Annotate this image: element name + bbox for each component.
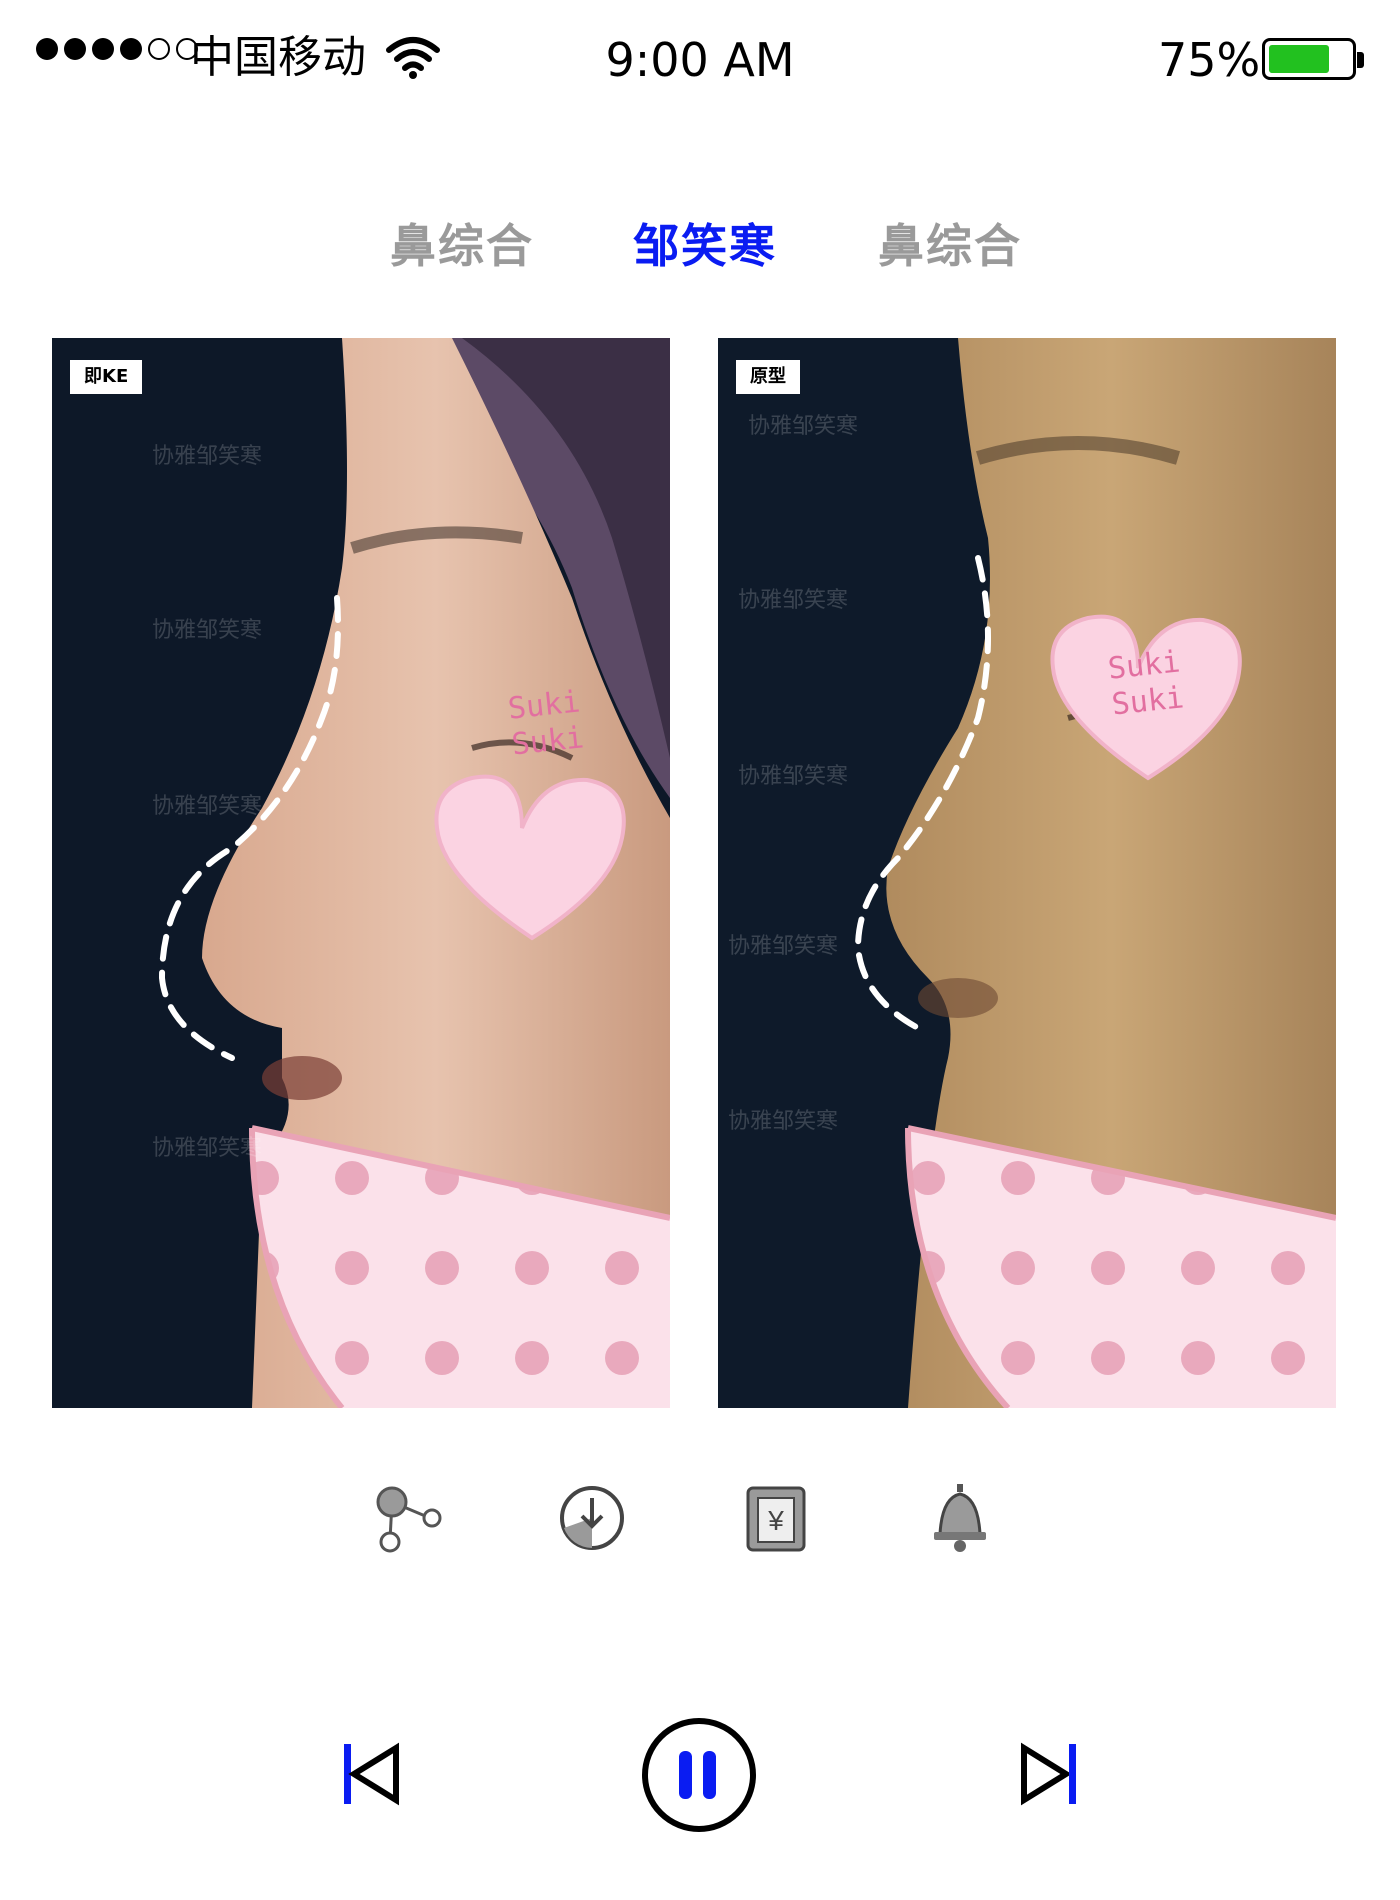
- after-photo[interactable]: 即KE Suki Suki 协雅邹笑寒 协雅邹笑寒 协雅邹笑寒 协雅邹笑寒: [52, 338, 670, 1408]
- svg-text:¥: ¥: [767, 1505, 784, 1536]
- tab-bar: 鼻综合 邹笑寒 鼻综合: [0, 214, 1400, 284]
- watermark: 协雅邹笑寒: [748, 414, 859, 439]
- photo-tag: 原型: [736, 360, 800, 394]
- after-photo-image: [52, 338, 670, 1408]
- share-nodes-icon[interactable]: [368, 1478, 448, 1558]
- watermark: 协雅邹笑寒: [728, 934, 839, 959]
- battery-icon: [1262, 38, 1356, 80]
- watermark: 协雅邹笑寒: [152, 618, 263, 643]
- watermark: 协雅邹笑寒: [728, 1109, 839, 1134]
- before-photo-image: [718, 338, 1336, 1408]
- watermark: 协雅邹笑寒: [738, 588, 849, 613]
- heart-sticker-text: Suki Suki: [1073, 641, 1220, 727]
- watermark: 协雅邹笑寒: [738, 764, 849, 789]
- photo-tag: 即KE: [70, 360, 143, 394]
- status-bar: 中国移动 9:00 AM 75%: [0, 0, 1400, 120]
- watermark: 协雅邹笑寒: [152, 794, 263, 819]
- payment-yen-icon[interactable]: ¥: [736, 1478, 816, 1558]
- download-timer-icon[interactable]: [552, 1478, 632, 1558]
- heart-sticker-text: Suki Suki: [473, 681, 620, 767]
- watermark: 协雅邹笑寒: [152, 444, 263, 469]
- watermark: 协雅邹笑寒: [152, 1136, 263, 1161]
- battery-tip: [1357, 52, 1364, 68]
- pause-button[interactable]: [642, 1718, 756, 1832]
- skip-previous-icon[interactable]: [340, 1742, 404, 1806]
- before-photo[interactable]: 原型 Suki Suki 协雅邹笑寒 协雅邹笑寒 协雅邹笑寒 协雅邹笑寒 协雅邹…: [718, 338, 1336, 1408]
- skip-next-icon[interactable]: [1016, 1742, 1080, 1806]
- tab-nose-combo-left[interactable]: 鼻综合: [390, 214, 534, 278]
- battery-level: [1269, 45, 1329, 73]
- pause-icon: [679, 1751, 716, 1799]
- tab-nose-combo-right[interactable]: 鼻综合: [878, 214, 1022, 278]
- bell-icon[interactable]: [920, 1478, 1000, 1558]
- tab-doctor[interactable]: 邹笑寒: [633, 214, 777, 278]
- battery-percentage: 75%: [1158, 33, 1261, 87]
